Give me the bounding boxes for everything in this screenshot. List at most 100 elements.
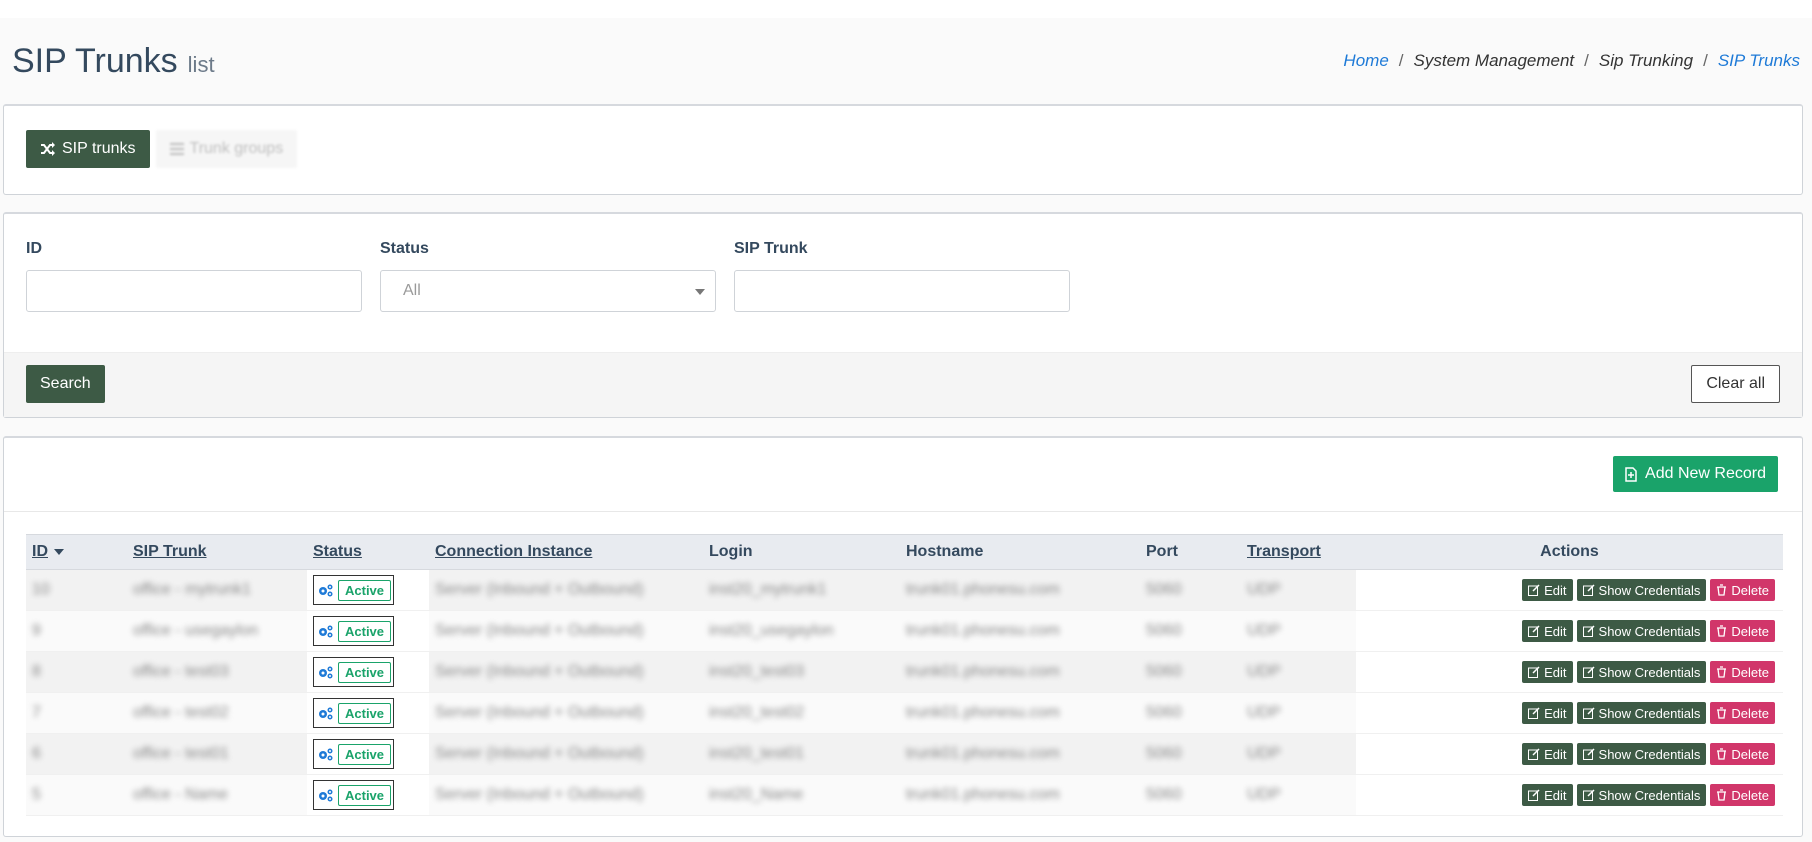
breadcrumb-system-management: System Management xyxy=(1413,51,1575,70)
status-toggle[interactable]: Active xyxy=(313,780,395,810)
status-toggle[interactable]: Active xyxy=(313,616,395,646)
table-row: 6 office - test01 Active Server (Inbound… xyxy=(26,733,1783,775)
breadcrumb-sip-trunks[interactable]: SIP Trunks xyxy=(1718,51,1800,71)
gears-icon xyxy=(319,666,333,679)
delete-button[interactable]: Delete xyxy=(1710,784,1775,806)
status-toggle[interactable]: Active xyxy=(313,698,395,728)
id-value: 10 xyxy=(32,581,50,598)
breadcrumb-separator: / xyxy=(1703,51,1708,70)
show-credentials-button[interactable]: Show Credentials xyxy=(1576,784,1707,806)
cell-port: 5060 xyxy=(1140,651,1241,693)
column-header-sip-trunk[interactable]: SIP Trunk xyxy=(127,534,307,570)
breadcrumb-sip-trunking: Sip Trunking xyxy=(1598,51,1694,70)
edit-icon xyxy=(1582,666,1595,678)
edit-button[interactable]: Edit xyxy=(1522,661,1573,683)
edit-button[interactable]: Edit xyxy=(1522,620,1573,642)
tab-trunk-groups-label: Trunk groups xyxy=(189,140,284,157)
edit-button[interactable]: Edit xyxy=(1522,784,1573,806)
status-toggle[interactable]: Active xyxy=(313,739,395,769)
column-header-id[interactable]: ID xyxy=(26,534,127,570)
cell-port: 5060 xyxy=(1140,692,1241,734)
port-value: 5060 xyxy=(1146,704,1182,721)
hostname-value: trunk01.phonesu.com xyxy=(906,786,1060,803)
gears-icon xyxy=(319,625,333,638)
delete-label: Delete xyxy=(1731,746,1769,762)
cell-actions: Edit Show Credentials Delete xyxy=(1356,774,1783,816)
column-header-hostname: Hostname xyxy=(900,534,1140,570)
show-credentials-button[interactable]: Show Credentials xyxy=(1576,661,1707,683)
sip-trunk-filter-input[interactable] xyxy=(734,270,1070,312)
tab-sip-trunks-label: SIP trunks xyxy=(62,140,136,157)
status-badge: Active xyxy=(338,743,392,765)
cell-connection-instance: Server (Inbound + Outbound) xyxy=(429,569,703,611)
tab-sip-trunks[interactable]: SIP trunks xyxy=(26,130,150,168)
connection-instance-value: Server (Inbound + Outbound) xyxy=(435,622,644,639)
filter-footer: Search Clear all xyxy=(4,352,1802,417)
breadcrumb-home[interactable]: Home xyxy=(1343,51,1388,71)
cell-transport: UDP xyxy=(1241,774,1356,816)
delete-button[interactable]: Delete xyxy=(1710,620,1775,642)
edit-icon xyxy=(1528,707,1540,719)
tab-trunk-groups[interactable]: Trunk groups xyxy=(155,130,298,168)
hostname-value: trunk01.phonesu.com xyxy=(906,745,1060,762)
edit-label: Edit xyxy=(1544,705,1567,721)
edit-button[interactable]: Edit xyxy=(1522,579,1573,601)
show-credentials-label: Show Credentials xyxy=(1598,582,1701,598)
page-header: SIP Trunks list Home / System Management… xyxy=(0,18,1812,104)
show-credentials-button[interactable]: Show Credentials xyxy=(1576,620,1707,642)
hostname-value: trunk01.phonesu.com xyxy=(906,622,1060,639)
filter-sip-trunk: SIP Trunk xyxy=(734,240,1070,312)
column-header-connection-instance[interactable]: Connection Instance xyxy=(429,534,703,570)
cell-sip-trunk: office - test01 xyxy=(127,733,307,775)
delete-label: Delete xyxy=(1731,582,1769,598)
row-actions: Edit Show Credentials Delete xyxy=(1362,620,1777,642)
status-toggle[interactable]: Active xyxy=(313,657,395,687)
id-filter-input[interactable] xyxy=(26,270,362,312)
column-header-transport[interactable]: Transport xyxy=(1241,534,1356,570)
cell-sip-trunk: office - usegaylon xyxy=(127,610,307,652)
delete-button[interactable]: Delete xyxy=(1710,579,1775,601)
show-credentials-button[interactable]: Show Credentials xyxy=(1576,702,1707,724)
cell-id: 7 xyxy=(26,692,127,734)
row-actions: Edit Show Credentials Delete xyxy=(1362,661,1777,683)
add-new-record-button[interactable]: Add New Record xyxy=(1613,456,1778,492)
tabs-card: SIP trunks Trunk groups xyxy=(3,104,1803,195)
edit-label: Edit xyxy=(1544,746,1567,762)
login-value: inst20_Name xyxy=(709,786,804,803)
gears-icon xyxy=(319,707,333,720)
column-header-status[interactable]: Status xyxy=(307,534,429,570)
show-credentials-button[interactable]: Show Credentials xyxy=(1576,579,1707,601)
port-value: 5060 xyxy=(1146,622,1182,639)
transport-value: UDP xyxy=(1247,663,1281,680)
edit-button[interactable]: Edit xyxy=(1522,743,1573,765)
row-actions: Edit Show Credentials Delete xyxy=(1362,579,1777,601)
edit-button[interactable]: Edit xyxy=(1522,702,1573,724)
delete-button[interactable]: Delete xyxy=(1710,702,1775,724)
login-value: inst20_test01 xyxy=(709,745,805,762)
search-button[interactable]: Search xyxy=(26,365,105,403)
cell-hostname: trunk01.phonesu.com xyxy=(900,692,1140,734)
edit-icon xyxy=(1528,748,1540,760)
connection-instance-value: Server (Inbound + Outbound) xyxy=(435,745,644,762)
sort-desc-icon xyxy=(54,548,64,555)
cell-status: Active xyxy=(307,774,429,816)
filter-row: ID Status All SIP Trunk xyxy=(26,240,1070,312)
show-credentials-button[interactable]: Show Credentials xyxy=(1576,743,1707,765)
status-filter-select[interactable]: All xyxy=(380,270,716,312)
add-new-record-label: Add New Record xyxy=(1645,465,1766,482)
cell-connection-instance: Server (Inbound + Outbound) xyxy=(429,610,703,652)
status-toggle[interactable]: Active xyxy=(313,575,395,605)
cell-actions: Edit Show Credentials Delete xyxy=(1356,651,1783,693)
edit-icon xyxy=(1528,666,1540,678)
edit-icon xyxy=(1528,789,1540,801)
tab-bar: SIP trunks Trunk groups xyxy=(26,130,298,168)
transport-value: UDP xyxy=(1247,581,1281,598)
sip-trunk-filter-label: SIP Trunk xyxy=(734,240,808,257)
status-filter-value: All xyxy=(403,282,421,299)
clear-all-button[interactable]: Clear all xyxy=(1691,365,1780,403)
gears-icon xyxy=(319,748,333,761)
delete-button[interactable]: Delete xyxy=(1710,661,1775,683)
top-strip xyxy=(0,0,1812,18)
sip-trunk-value: office - mytrunk1 xyxy=(133,581,251,598)
delete-button[interactable]: Delete xyxy=(1710,743,1775,765)
